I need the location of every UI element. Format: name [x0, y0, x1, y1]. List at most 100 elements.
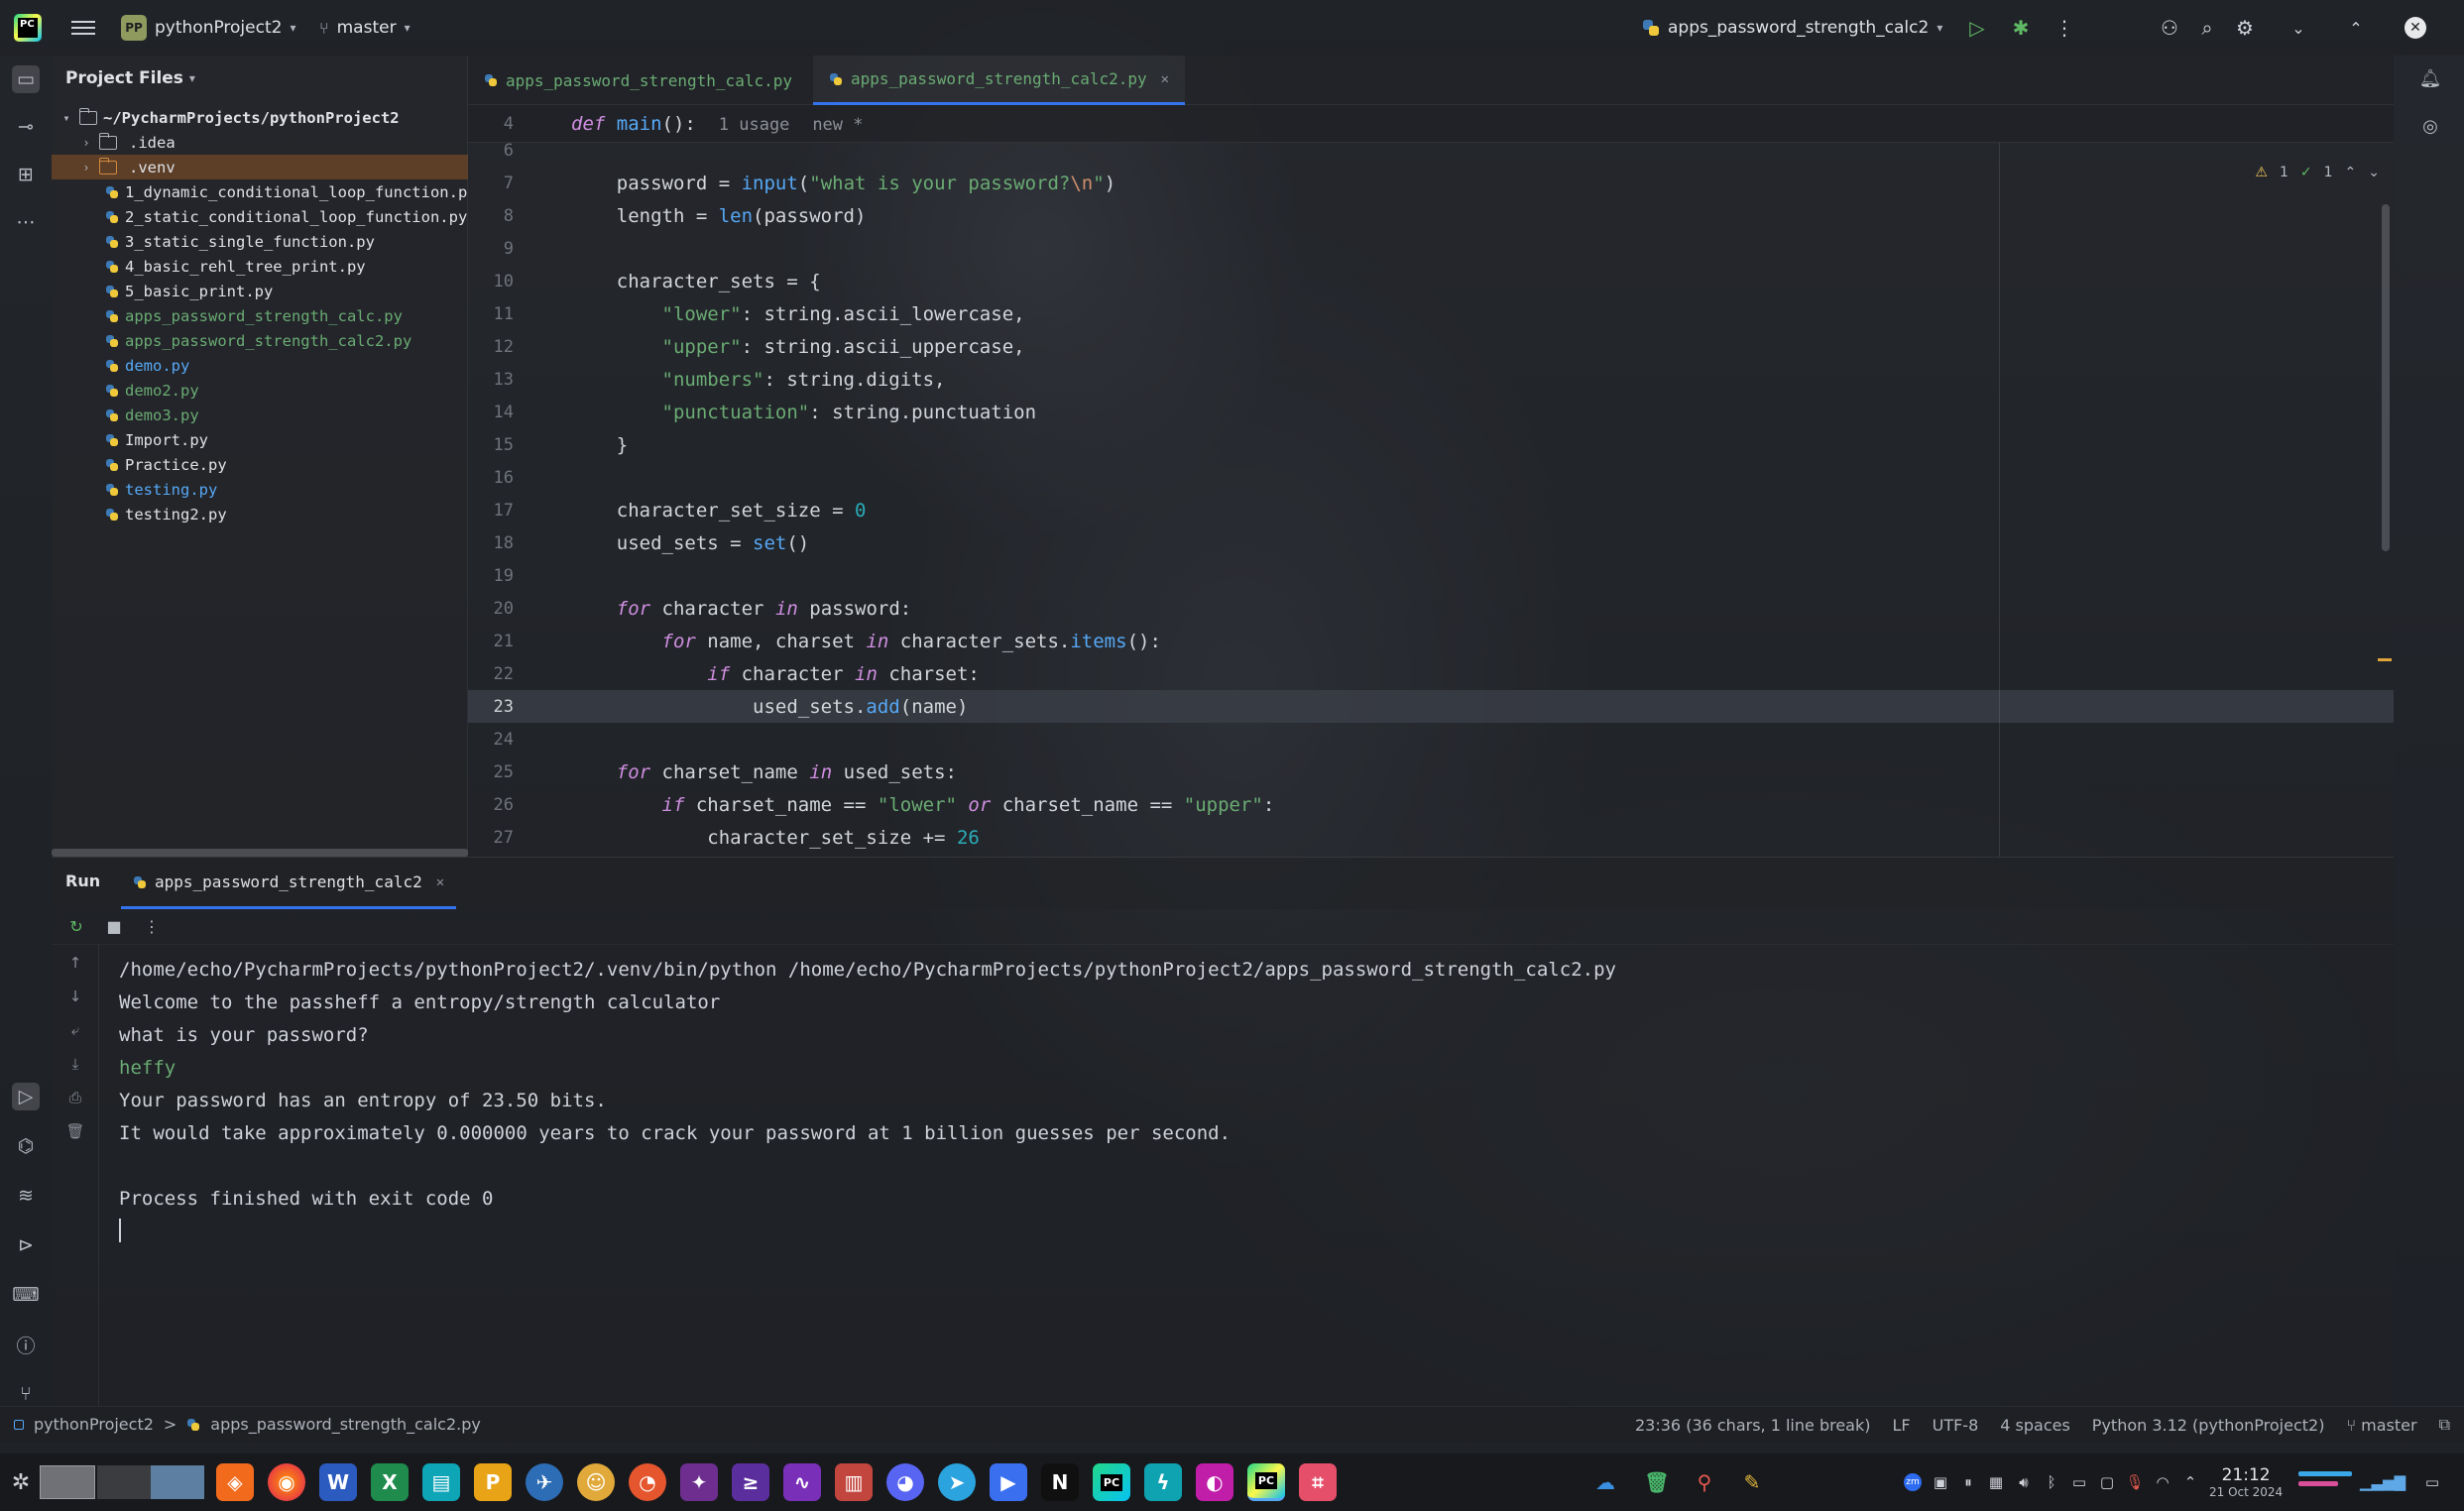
code-line[interactable]: 18 used_sets = set() [468, 526, 2394, 559]
telegram-icon[interactable]: ➤ [938, 1463, 976, 1501]
code-line[interactable]: 9 [468, 232, 2394, 265]
code-line[interactable]: 14 "punctuation": string.punctuation [468, 396, 2394, 428]
cpu-meter[interactable] [2298, 1471, 2352, 1476]
wifi-icon[interactable]: ◠ [2150, 1467, 2175, 1497]
scroll-to-end-icon[interactable]: ⤓ [63, 1052, 87, 1076]
more-actions-icon[interactable]: ⋮ [2051, 14, 2078, 42]
chevron-right-icon[interactable]: › [79, 136, 93, 150]
run-tool-icon[interactable]: ▷ [12, 1083, 40, 1110]
tree-file[interactable]: 2_static_conditional_loop_function.py [52, 204, 468, 229]
tree-file[interactable]: 5_basic_print.py [52, 279, 468, 303]
virtual-desktop-1[interactable] [40, 1465, 95, 1499]
tree-file[interactable]: Import.py [52, 427, 468, 452]
vcs-branch-widget[interactable]: ⑂ master ▾ [319, 14, 411, 42]
notes-icon[interactable]: ✎ [1733, 1463, 1771, 1501]
close-window-icon[interactable]: ✕ [2402, 14, 2429, 42]
code-line[interactable]: 10 character_sets = { [468, 265, 2394, 297]
book-app-icon[interactable]: ▥ [835, 1463, 873, 1501]
file-encoding[interactable]: UTF-8 [1933, 1416, 1979, 1435]
add-user-icon[interactable]: ⚇ [2156, 14, 2183, 42]
display-icon[interactable]: ▢ [2094, 1467, 2120, 1497]
tab-apps-password-strength-calc[interactable]: apps_password_strength_calc.py [468, 56, 808, 105]
gear-icon[interactable]: ⚙ [2231, 14, 2259, 42]
chevron-right-icon[interactable]: › [79, 161, 93, 174]
code-line[interactable]: 23 used_sets.add(name) [468, 690, 2394, 723]
word-icon[interactable]: W [319, 1463, 357, 1501]
code-line[interactable]: 20 for character in password: [468, 592, 2394, 625]
brave-browser-icon[interactable]: ◈ [216, 1463, 254, 1501]
tree-file[interactable]: 3_static_single_function.py [52, 229, 468, 254]
run-icon[interactable]: ▷ [1963, 14, 1991, 42]
code-line[interactable]: 13 "numbers": string.digits, [468, 363, 2394, 396]
code-line[interactable]: 17 character_set_size = 0 [468, 494, 2394, 526]
code-line[interactable]: 12 "upper": string.ascii_uppercase, [468, 330, 2394, 363]
bluetooth-icon[interactable]: ᛒ [2039, 1467, 2064, 1497]
arrow-up-icon[interactable]: ↑ [63, 951, 87, 975]
project-folder-icon[interactable]: ▭ [12, 65, 40, 93]
system-clock[interactable]: 21:12 21 Oct 2024 [2209, 1465, 2283, 1499]
zoom-icon[interactable]: ▶ [990, 1463, 1027, 1501]
code-line[interactable]: 7 password = input("what is your passwor… [468, 167, 2394, 199]
firefox-icon[interactable]: ◉ [268, 1463, 305, 1501]
code-line[interactable]: 6 [468, 134, 2394, 167]
arrow-down-icon[interactable]: ↓ [63, 985, 87, 1008]
debug-icon[interactable]: ✱ [2007, 14, 2035, 42]
breadcrumb-project[interactable]: pythonProject2 [34, 1415, 154, 1434]
show-desktop-icon[interactable]: ▭ [2419, 1467, 2445, 1497]
run-tab[interactable]: apps_password_strength_calc2 ✕ [121, 858, 457, 909]
indent-setting[interactable]: 4 spaces [2000, 1416, 2070, 1435]
vcs-branch-status[interactable]: ⑂ master [2346, 1416, 2416, 1435]
code-line[interactable]: 21 for name, charset in character_sets.i… [468, 625, 2394, 657]
project-switcher[interactable]: PP pythonProject2 ▾ [121, 14, 295, 42]
structure-icon[interactable]: ⊞ [12, 161, 40, 188]
project-panel-header[interactable]: Project Files ▾ [52, 56, 467, 101]
code-line[interactable]: 11 "lower": string.ascii_lowercase, [468, 297, 2394, 330]
code-line[interactable]: 26 if charset_name == "lower" or charset… [468, 788, 2394, 821]
ide-app-icon[interactable]: ≥ [732, 1463, 769, 1501]
more-actions-icon[interactable]: ⋮ [141, 916, 163, 938]
git-icon[interactable]: ⑂ [12, 1380, 40, 1408]
run-configuration-selector[interactable]: apps_password_strength_calc2 ▾ [1642, 14, 1942, 42]
tree-file[interactable]: 1_dynamic_conditional_loop_function.py [52, 179, 468, 204]
tree-file[interactable]: apps_password_strength_calc2.py [52, 328, 468, 353]
tree-file[interactable]: demo2.py [52, 378, 468, 403]
microphone-icon[interactable]: 🎙︎ [2122, 1467, 2148, 1497]
pycharm-community-icon[interactable]: PC [1093, 1463, 1130, 1501]
media-icon[interactable]: ⏸ [1955, 1467, 1981, 1497]
more-tools-icon[interactable]: ⋯ [12, 208, 40, 236]
rerun-icon[interactable]: ↻ [65, 916, 87, 938]
tree-file[interactable]: demo.py [52, 353, 468, 378]
app-launcher-icon[interactable]: ✲ [2, 1463, 40, 1501]
chevron-down-icon[interactable]: ⌄ [2285, 14, 2312, 42]
discord-icon[interactable]: ◕ [886, 1463, 924, 1501]
tree-file[interactable]: testing2.py [52, 502, 468, 526]
commit-icon[interactable]: ⊸ [12, 113, 40, 141]
waveform-app-icon[interactable]: ∿ [783, 1463, 821, 1501]
close-tab-icon[interactable]: ✕ [1161, 71, 1169, 87]
location-pin-icon[interactable]: ⚲ [1686, 1463, 1723, 1501]
bolt-app-icon[interactable]: ϟ [1144, 1463, 1182, 1501]
stop-icon[interactable]: ■ [103, 916, 125, 938]
emoji-icon[interactable]: ☺ [577, 1463, 615, 1501]
screen-record-icon[interactable]: ◐ [1196, 1463, 1233, 1501]
presentation-icon[interactable]: P [474, 1463, 512, 1501]
warning-marker[interactable] [2378, 658, 2392, 661]
documents-icon[interactable]: ▤ [422, 1463, 460, 1501]
tree-file[interactable]: testing.py [52, 477, 468, 502]
code-line[interactable]: 25 for charset_name in used_sets: [468, 756, 2394, 788]
notifications-bell-icon[interactable]: 🔔︎ [2417, 65, 2443, 91]
code-line[interactable]: 22 if character in charset: [468, 657, 2394, 690]
problems-icon[interactable]: ⓘ [12, 1331, 40, 1358]
virtual-desktop-3[interactable] [151, 1465, 204, 1499]
trash-icon[interactable]: 🗑︎ [63, 1119, 87, 1143]
network-graph-icon[interactable]: ▁▃▅▇ [2360, 1467, 2405, 1497]
code-line[interactable]: 24 [468, 723, 2394, 756]
read-only-toggle-icon[interactable]: ⧉ [2439, 1415, 2450, 1435]
services-icon[interactable]: ⊳ [12, 1231, 40, 1259]
breadcrumb-file[interactable]: apps_password_strength_calc2.py [210, 1415, 481, 1434]
editor-scrollbar[interactable] [2382, 204, 2390, 551]
tree-folder[interactable]: › .idea [52, 130, 468, 155]
soft-wrap-icon[interactable]: ⤶ [63, 1018, 87, 1042]
battery-icon[interactable]: ▭ [2066, 1467, 2092, 1497]
virtual-desktop-2[interactable] [97, 1465, 153, 1499]
